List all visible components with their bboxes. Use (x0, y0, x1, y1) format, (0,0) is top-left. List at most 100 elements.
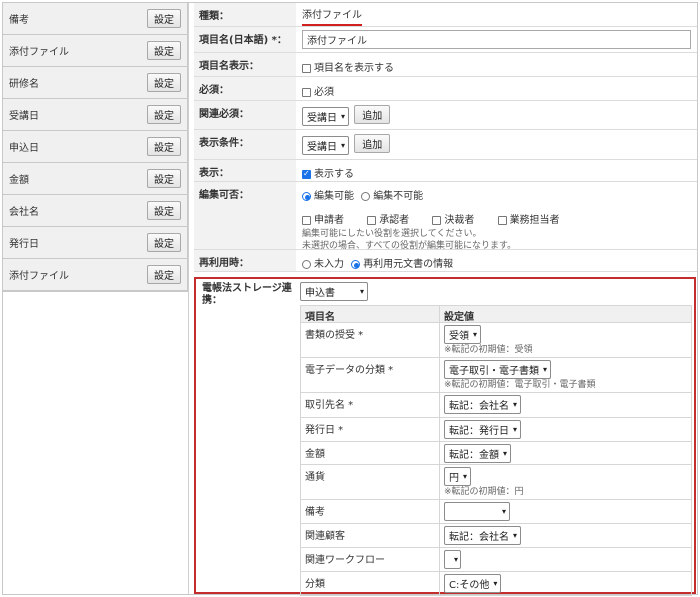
field-settings-button[interactable]: 設定 (147, 137, 181, 156)
chevron-down-icon: ▾ (463, 472, 468, 481)
field-item: 添付ファイル 設定 (3, 35, 187, 67)
field-settings-button[interactable]: 設定 (147, 105, 181, 124)
field-item-label: 添付ファイル (9, 271, 69, 282)
field-item: 発行日 設定 (3, 227, 187, 259)
row-name: 関連ワークフロー (301, 548, 440, 571)
table-row: 金額 転記：金額 ▾ (301, 442, 691, 465)
field-item-label: 備考 (9, 15, 29, 26)
field-settings-button[interactable]: 設定 (147, 201, 181, 220)
table-row: 関連顧客 転記：会社名 ▾ (301, 524, 691, 548)
field-list-panel: 備考 設定 添付ファイル 設定 研修名 設定 受講日 設定 申込日 設定 金額 設定 会社名… (3, 3, 189, 594)
reuse-label: 再利用時： (194, 250, 296, 271)
field-item: 金額 設定 (3, 163, 187, 195)
related-required-row: 関連必須： 受講日 ▾ 追加 (194, 101, 697, 130)
role-applicant-checkbox[interactable] (302, 215, 311, 225)
chevron-down-icon: ▾ (513, 425, 518, 434)
chevron-down-icon: ▾ (513, 531, 518, 540)
field-settings-button[interactable]: 設定 (147, 169, 181, 188)
field-item-label: 受講日 (9, 111, 39, 122)
column-header-name: 項目名 (301, 306, 440, 323)
field-list: 備考 設定 添付ファイル 設定 研修名 設定 受講日 設定 申込日 設定 金額 設定 会社名… (3, 3, 188, 292)
display-condition-select[interactable]: 受講日 ▾ (302, 135, 350, 155)
role-approver-checkbox[interactable] (367, 215, 377, 225)
type-row: 種類： 添付ファイル (194, 3, 697, 27)
name-label: 項目名(日本語) *： (194, 27, 296, 52)
chevron-down-icon: ▾ (453, 555, 458, 564)
name-input[interactable] (302, 30, 691, 49)
row-name: 関連顧客 (301, 524, 440, 547)
settings-frame: 備考 設定 添付ファイル 設定 研修名 設定 受講日 設定 申込日 設定 金額 設定 会社名… (2, 2, 698, 596)
field-settings-button[interactable]: 設定 (147, 265, 181, 284)
related-required-select[interactable]: 受講日 ▾ (302, 106, 350, 126)
role-decider-checkbox[interactable] (432, 215, 442, 225)
field-settings-button[interactable]: 設定 (147, 73, 181, 92)
row-value-select[interactable]: ▾ (444, 550, 461, 569)
required-label: 必須： (194, 77, 296, 100)
field-item-label: 会社名 (9, 207, 39, 218)
editable-yes-option: 編集可能 (314, 191, 354, 202)
table-row: 書類の授受 * 受領 ▾ ※転記の初期値：受領 (301, 323, 691, 358)
display-condition-row: 表示条件： 受講日 ▾ 追加 (194, 130, 697, 160)
chevron-down-icon: ▾ (473, 330, 478, 339)
show-checkbox[interactable] (302, 169, 311, 179)
display-condition-label: 表示条件： (194, 130, 296, 159)
ebook-storage-section: 電帳法ストレージ連携： 申込書 ▾ 項目名 設定値 書類の授受 * 受領 ▾ ※転記… (194, 277, 696, 596)
display-name-option: 項目名を表示する (314, 63, 394, 74)
display-condition-add-button[interactable]: 追加 (354, 134, 391, 153)
editable-label: 編集可否： (194, 182, 296, 249)
chevron-down-icon: ▾ (341, 140, 346, 150)
chevron-down-icon: ▾ (503, 449, 508, 458)
field-item: 受講日 設定 (3, 99, 187, 131)
ebook-document-select[interactable]: 申込書 ▾ (300, 282, 368, 301)
table-row: 関連ワークフロー ▾ (301, 548, 691, 572)
field-settings-button[interactable]: 設定 (147, 9, 181, 28)
reuse-row: 再利用時： 未入力 再利用元文書の情報 (194, 250, 697, 272)
row-value-select[interactable]: C:その他 ▾ (444, 574, 502, 593)
row-value-select[interactable]: 転記：金額 ▾ (444, 444, 512, 463)
row-value-select[interactable]: 転記：発行日 ▾ (444, 420, 522, 439)
editable-no-option: 編集不可能 (373, 191, 424, 202)
field-item: 研修名 設定 (3, 67, 187, 99)
editable-yes-radio[interactable] (302, 191, 311, 201)
editable-row: 編集可否： 編集可能 編集不可能 申請者 承認者 決裁者 業務担当者 編集可能に… (194, 182, 697, 251)
row-value-select[interactable]: ▾ (444, 502, 510, 521)
role-staff-checkbox[interactable] (497, 215, 507, 225)
row-name: 備考 (301, 500, 440, 523)
role-applicant-label: 申請者 (314, 215, 344, 226)
chevron-down-icon: ▾ (341, 111, 346, 121)
field-item: 備考 設定 (3, 3, 187, 35)
reuse-no-radio[interactable] (302, 259, 311, 269)
ebook-storage-label: 電帳法ストレージ連携： (202, 283, 292, 306)
table-row: 取引先名 * 転記：会社名 ▾ (301, 393, 691, 418)
row-name: 取引先名 * (301, 393, 440, 417)
row-value-select[interactable]: 受領 ▾ (444, 325, 482, 344)
reuse-yes-radio[interactable] (351, 259, 361, 269)
show-row: 表示： 表示する (194, 160, 697, 182)
chevron-down-icon: ▾ (501, 507, 506, 516)
required-option: 必須 (314, 87, 334, 98)
editable-no-radio[interactable] (361, 191, 371, 201)
field-settings-button[interactable]: 設定 (147, 233, 181, 252)
table-row: 電子データの分類 * 電子取引・電子書類 ▾ ※転記の初期値：電子取引・電子書類 (301, 358, 691, 393)
show-label: 表示： (194, 160, 296, 181)
row-value-select[interactable]: 転記：会社名 ▾ (444, 526, 522, 545)
chevron-down-icon: ▾ (543, 365, 548, 374)
field-item: 添付ファイル 設定 (3, 259, 187, 291)
related-required-add-button[interactable]: 追加 (354, 105, 391, 124)
field-item-label: 研修名 (9, 79, 39, 90)
related-required-label: 関連必須： (194, 101, 296, 129)
row-name: 金額 (301, 442, 440, 464)
field-settings-panel: 種類： 添付ファイル 項目名(日本語) *： 項目名表示： 項目名を表示する 必… (194, 3, 697, 596)
field-item-label: 金額 (9, 175, 29, 186)
row-value-select[interactable]: 円 ▾ (444, 467, 472, 486)
field-item-label: 添付ファイル (9, 47, 69, 58)
required-checkbox[interactable] (302, 87, 311, 97)
row-name: 発行日 * (301, 418, 440, 441)
row-value-select[interactable]: 転記：会社名 ▾ (444, 395, 522, 414)
field-settings-button[interactable]: 設定 (147, 41, 181, 60)
table-row: 備考 ▾ (301, 500, 691, 524)
display-name-checkbox[interactable] (302, 63, 311, 73)
display-name-label: 項目名表示： (194, 53, 296, 76)
row-name: 分類 (301, 572, 440, 595)
row-value-select[interactable]: 電子取引・電子書類 ▾ (444, 360, 552, 379)
